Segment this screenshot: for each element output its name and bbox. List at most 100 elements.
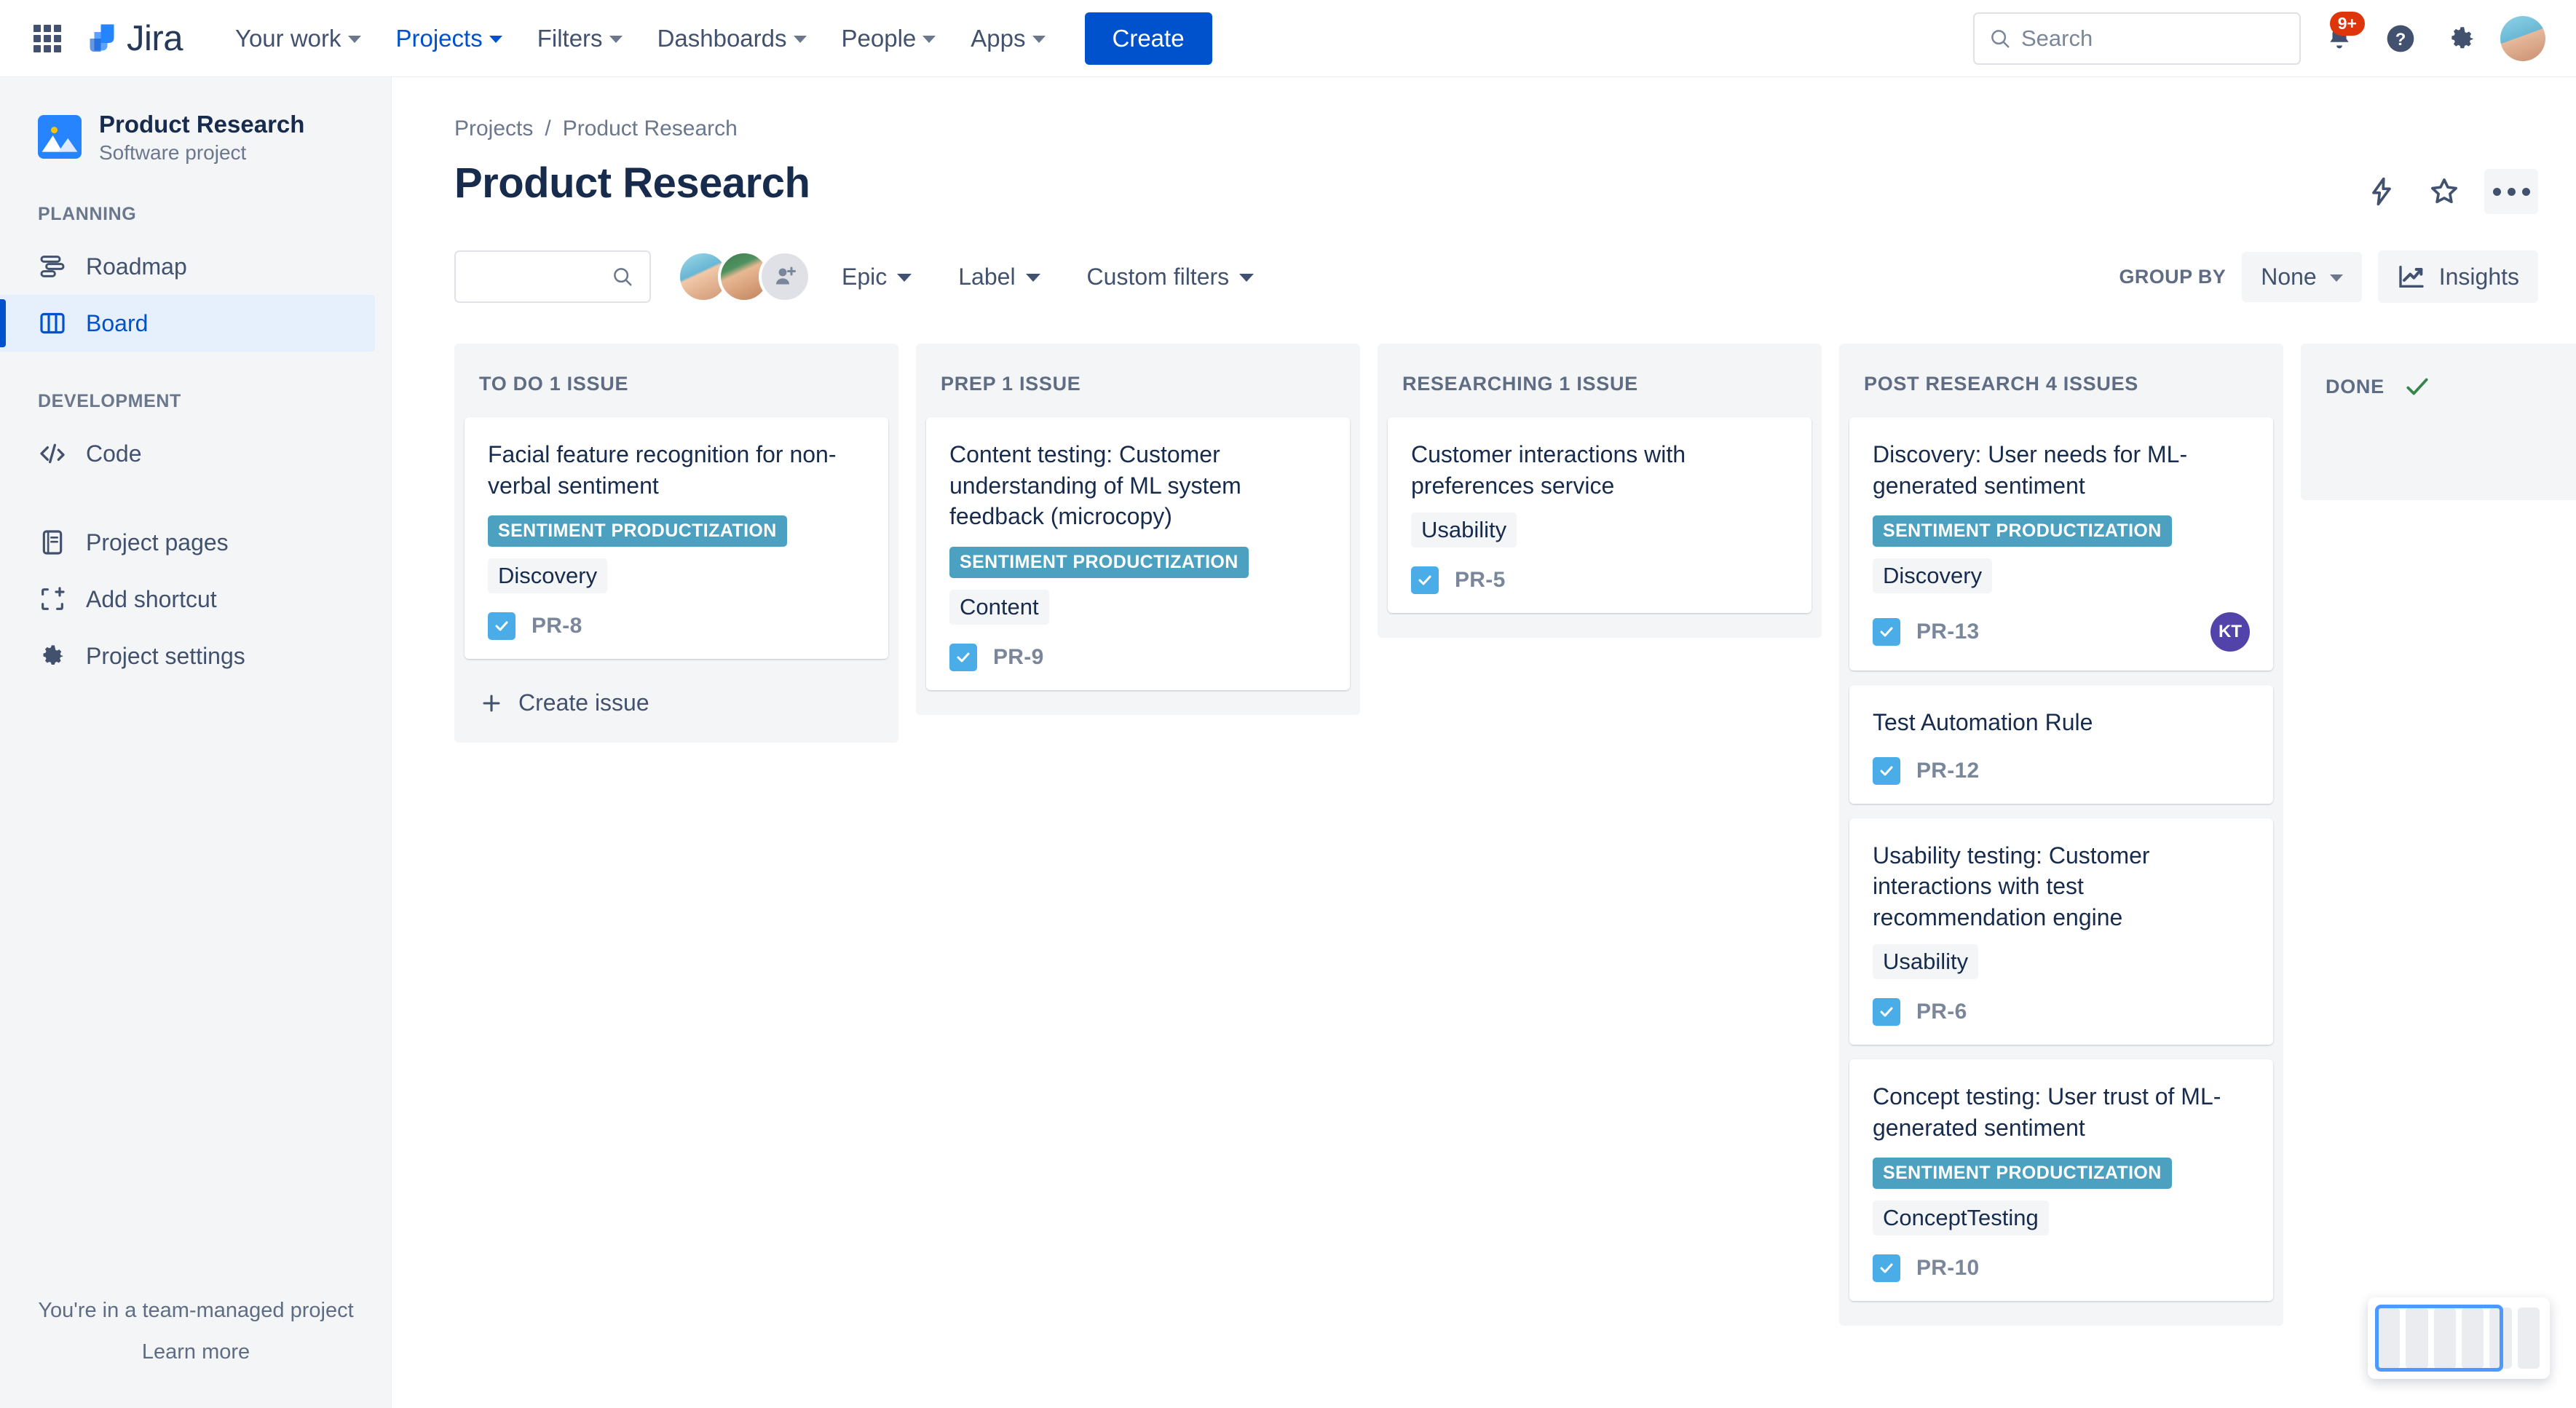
breadcrumb-separator: / — [545, 116, 551, 141]
settings-button[interactable] — [2439, 16, 2484, 61]
sidebar-item-code[interactable]: Code — [0, 425, 375, 482]
star-icon — [2431, 178, 2457, 204]
nav-item-people[interactable]: People — [827, 15, 951, 63]
card-title: Test Automation Rule — [1873, 709, 2093, 736]
card-footer: PR-5 — [1411, 566, 1788, 595]
card-footer: PR-10 — [1873, 1254, 2250, 1283]
card-footer: PR-8 — [488, 612, 865, 641]
page-title: Product Research — [454, 159, 810, 207]
nav-item-dashboards[interactable]: Dashboards — [643, 15, 821, 63]
issue-key[interactable]: PR-8 — [532, 614, 582, 638]
search-icon — [614, 268, 632, 286]
column-header: PREP 1 ISSUE — [926, 354, 1350, 417]
minimap-column — [2489, 1308, 2512, 1369]
label-tag[interactable]: Discovery — [488, 558, 608, 594]
issue-card[interactable]: Concept testing: User trust of ML-genera… — [1849, 1059, 2273, 1302]
insights-button[interactable]: Insights — [2377, 250, 2538, 303]
issue-type-icon — [949, 643, 977, 671]
apps-grid-icon[interactable] — [31, 22, 64, 55]
sidebar-item-add-shortcut[interactable]: Add shortcut — [0, 571, 375, 628]
create-button[interactable]: Create — [1084, 12, 1212, 65]
add-people-button[interactable] — [759, 250, 811, 303]
filter-label[interactable]: Label — [942, 253, 1056, 301]
star-button[interactable] — [2422, 169, 2467, 214]
board-column-prep: PREP 1 ISSUE Content testing: Customer u… — [916, 344, 1360, 715]
sidebar-divider — [0, 482, 391, 514]
sidebar-footer: You're in a team-managed project Learn m… — [0, 1299, 392, 1364]
help-button[interactable]: ? — [2378, 16, 2423, 61]
epic-tag[interactable]: SENTIMENT PRODUCTIZATION — [1873, 1158, 2172, 1190]
issue-card[interactable]: Usability testing: Customer interactions… — [1849, 818, 2273, 1045]
chevron-down-icon — [2329, 274, 2343, 282]
issue-card[interactable]: Facial feature recognition for non-verba… — [465, 417, 888, 660]
nav-item-filters[interactable]: Filters — [523, 15, 637, 63]
card-title: Discovery: User needs for ML-generated s… — [1873, 441, 2188, 499]
check-icon — [2406, 378, 2428, 395]
sidebar-item-roadmap[interactable]: Roadmap — [0, 238, 375, 295]
user-avatar[interactable] — [2500, 15, 2545, 61]
breadcrumb-current[interactable]: Product Research — [563, 116, 738, 141]
sidebar-item-label: Add shortcut — [86, 585, 217, 612]
primary-nav: Your work Projects Filters Dashboards Pe… — [221, 15, 1060, 83]
filter-epic[interactable]: Epic — [826, 253, 928, 301]
issue-card[interactable]: Test Automation Rule PR-12 — [1849, 685, 2273, 804]
nav-item-apps[interactable]: Apps — [956, 15, 1059, 63]
issue-card[interactable]: Discovery: User needs for ML-generated s… — [1849, 417, 2273, 671]
learn-more-link[interactable]: Learn more — [0, 1340, 392, 1364]
nav-item-your-work[interactable]: Your work — [221, 15, 376, 63]
epic-tag[interactable]: SENTIMENT PRODUCTIZATION — [1873, 515, 2172, 547]
column-title: POST RESEARCH 4 ISSUES — [1864, 373, 2138, 395]
issue-type-icon — [1411, 566, 1439, 595]
issue-key[interactable]: PR-5 — [1455, 568, 1506, 593]
issue-card[interactable]: Customer interactions with preferences s… — [1388, 417, 1812, 614]
board-search-input[interactable] — [454, 250, 651, 303]
column-header: RESEARCHING 1 ISSUE — [1388, 354, 1812, 417]
sidebar-item-project-settings[interactable]: Project settings — [0, 628, 375, 684]
notifications-button[interactable]: 9+ — [2317, 11, 2365, 61]
more-actions-button[interactable] — [2484, 169, 2538, 214]
minimap-column — [2378, 1308, 2401, 1369]
sidebar-item-board[interactable]: Board — [0, 295, 375, 352]
jira-logo[interactable]: Jira — [84, 18, 183, 59]
toolbar-right: GROUP BY None Insights — [2119, 250, 2538, 303]
issue-key[interactable]: PR-10 — [1916, 1256, 1980, 1281]
automation-button[interactable] — [2359, 169, 2404, 214]
card-footer: PR-9 — [949, 643, 1327, 671]
issue-key[interactable]: PR-13 — [1916, 620, 1980, 644]
project-header[interactable]: Product Research Software project — [0, 109, 391, 165]
epic-tag[interactable]: SENTIMENT PRODUCTIZATION — [488, 515, 787, 547]
top-nav-right-actions: Search 9+ ? — [1973, 11, 2545, 65]
label-tag[interactable]: ConceptTesting — [1873, 1201, 2049, 1236]
issue-card[interactable]: Content testing: Customer understanding … — [926, 417, 1350, 690]
issue-key[interactable]: PR-12 — [1916, 759, 1980, 783]
label-tag[interactable]: Discovery — [1873, 558, 1993, 594]
column-header: TO DO 1 ISSUE — [465, 354, 888, 417]
minimap-column — [2406, 1308, 2428, 1369]
assignee-avatar[interactable]: KT — [2210, 612, 2250, 652]
create-issue-button[interactable]: Create issue — [465, 673, 888, 732]
filter-custom[interactable]: Custom filters — [1071, 253, 1271, 301]
breadcrumb-projects[interactable]: Projects — [454, 116, 533, 141]
label-tag[interactable]: Content — [949, 589, 1049, 625]
nav-item-projects[interactable]: Projects — [382, 15, 517, 83]
board-minimap[interactable] — [2368, 1297, 2550, 1379]
issue-key[interactable]: PR-6 — [1916, 1000, 1967, 1024]
add-shortcut-icon — [42, 587, 65, 611]
global-search-input[interactable]: Search — [1973, 12, 2301, 65]
see-all-done-link[interactable]: See all D — [2311, 422, 2576, 490]
sidebar-item-project-pages[interactable]: Project pages — [0, 514, 375, 571]
label-tag[interactable]: Usability — [1411, 513, 1517, 548]
sidebar-item-label: Board — [86, 309, 149, 336]
chevron-down-icon — [922, 36, 936, 43]
issue-key[interactable]: PR-9 — [993, 645, 1044, 670]
chevron-down-icon — [489, 36, 502, 43]
epic-tag[interactable]: SENTIMENT PRODUCTIZATION — [949, 546, 1249, 578]
card-footer: PR-12 — [1873, 756, 2250, 785]
label-tag[interactable]: Usability — [1873, 944, 1979, 980]
sidebar-item-label: Project pages — [86, 529, 229, 555]
sidebar-item-label: Roadmap — [86, 253, 187, 280]
create-issue-label: Create issue — [518, 689, 649, 716]
board-column-researching: RESEARCHING 1 ISSUE Customer interaction… — [1378, 344, 1822, 638]
nav-label: Apps — [971, 24, 1026, 52]
group-by-select[interactable]: None — [2242, 251, 2362, 302]
